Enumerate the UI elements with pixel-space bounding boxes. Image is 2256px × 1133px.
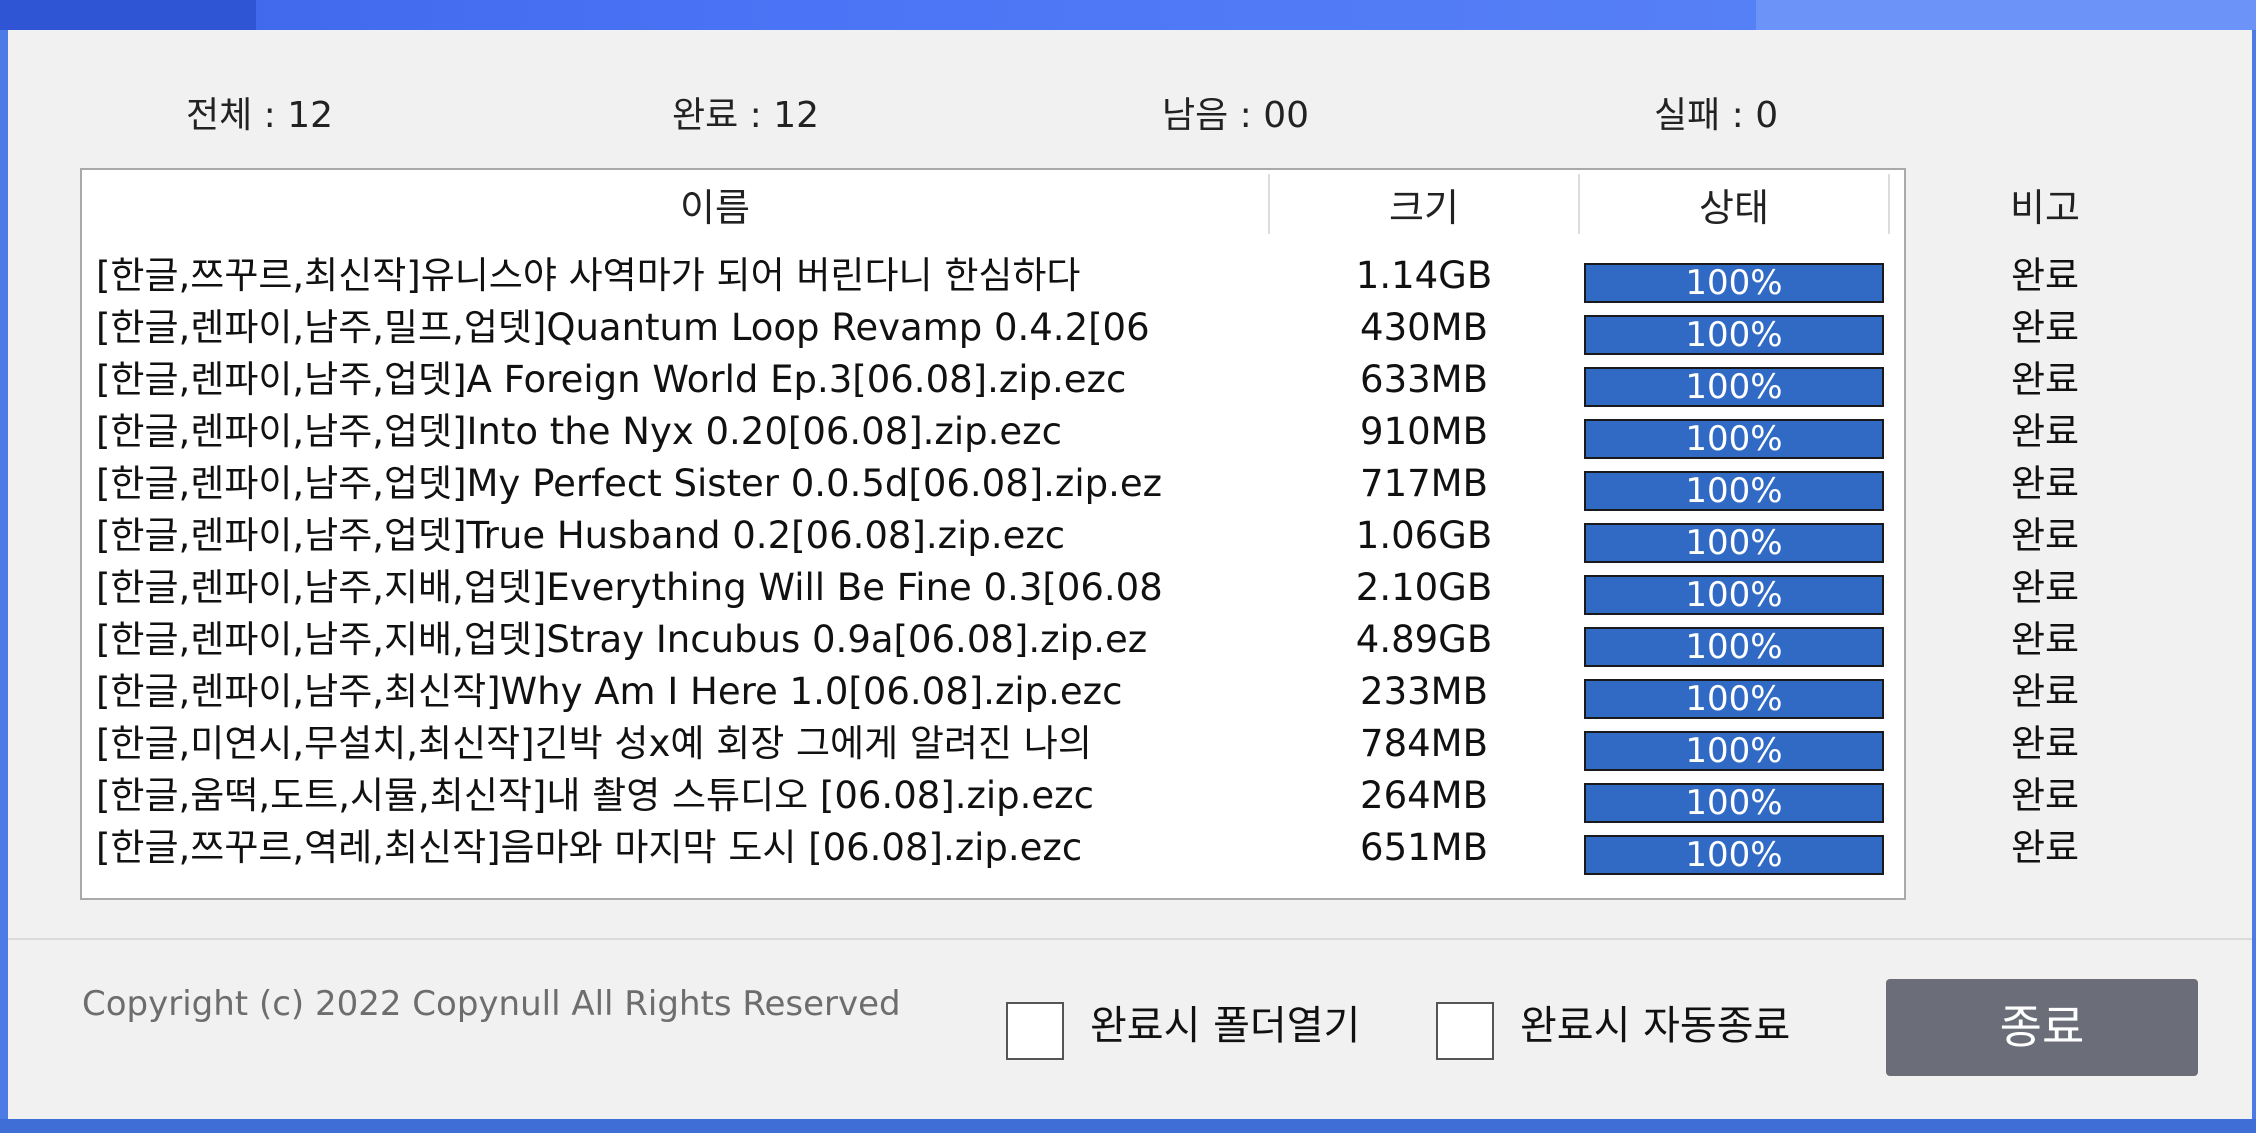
progress-bar: 100% [1584,627,1884,667]
file-size-cell: 264MB [1360,774,1488,817]
status-note-cell: 완료 [2010,462,2080,505]
stat-remaining-label: 남음 : [1162,95,1264,136]
table-row[interactable]: [한글,쯔꾸르,최신작]유니스야 사역마가 되어 버린다니 한심하다 1.14GB… [82,250,2079,303]
table-row[interactable]: [한글,렌파이,남주,업뎃]A Foreign World Ep.3[06.08… [82,354,2079,407]
table-row[interactable]: [한글,렌파이,남주,밀프,업뎃]Quantum Loop Revamp 0.4… [82,302,2079,355]
progress-bar: 100% [1584,835,1884,875]
stat-remaining-value: 00 [1263,95,1310,136]
file-size-cell: 1.14GB [1355,254,1493,297]
file-list[interactable]: 이름 크기 상태 비고 [한글,쯔꾸르,최신작]유니스야 사역마가 되어 버린다… [80,168,2080,900]
table-row[interactable]: [한글,렌파이,남주,지배,업뎃]Everything Will Be Fine… [82,562,2079,615]
stat-done-label: 완료 : [672,95,774,136]
window-border [0,30,8,1133]
column-header-name[interactable]: 이름 [82,180,1348,236]
status-note-cell: 완료 [2010,410,2080,453]
file-size-cell: 2.10GB [1355,566,1493,609]
window-border [0,1119,2256,1133]
status-note-cell: 완료 [2010,306,2080,349]
progress-bar: 100% [1584,263,1884,303]
title-bar-segment [0,0,256,30]
footer-divider [8,938,2252,940]
stat-done-value: 12 [773,95,820,136]
file-size-cell: 784MB [1360,722,1488,765]
table-row[interactable]: [한글,렌파이,남주,업뎃]My Perfect Sister 0.0.5d[0… [82,458,2079,511]
open-folder-checkbox[interactable] [1006,1002,1064,1060]
open-folder-label[interactable]: 완료시 폴더열기 [1090,996,1360,1056]
file-name-cell: [한글,렌파이,남주,업뎃]My Perfect Sister 0.0.5d[0… [96,462,1163,505]
file-size-cell: 1.06GB [1355,514,1493,557]
progress-bar: 100% [1584,523,1884,563]
table-row[interactable]: [한글,움떡,도트,시뮬,최신작]내 촬영 스튜디오 [06.08].zip.e… [82,770,2079,823]
stat-total-label: 전체 : [186,95,288,136]
column-header-size[interactable]: 크기 [1270,180,1578,236]
file-name-cell: [한글,렌파이,남주,지배,업뎃]Stray Incubus 0.9a[06.0… [96,618,1148,661]
stat-total: 전체 : 12 [186,88,333,144]
stat-total-value: 12 [287,95,334,136]
stat-failed-label: 실패 : [1654,95,1756,136]
progress-bar: 100% [1584,315,1884,355]
copyright-text: Copyright (c) 2022 Copynull All Rights R… [82,984,901,1024]
file-name-cell: [한글,쯔꾸르,역레,최신작]음마와 마지막 도시 [06.08].zip.ez… [96,826,1083,869]
title-bar [0,0,2256,30]
file-name-cell: [한글,미연시,무설치,최신작]긴박 성x예 회장 그에게 알려진 나의 [96,722,1092,765]
progress-bar: 100% [1584,471,1884,511]
stat-done: 완료 : 12 [672,88,819,144]
file-size-cell: 651MB [1360,826,1488,869]
table-row[interactable]: [한글,렌파이,남주,최신작]Why Am I Here 1.0[06.08].… [82,666,2079,719]
stat-failed-value: 0 [1755,95,1779,136]
status-note-cell: 완료 [2010,514,2080,557]
column-header-note[interactable]: 비고 [1890,180,2200,236]
file-size-cell: 717MB [1360,462,1488,505]
status-note-cell: 완료 [2010,254,2080,297]
status-note-cell: 완료 [2010,618,2080,661]
table-row[interactable]: [한글,렌파이,남주,업뎃]Into the Nyx 0.20[06.08].z… [82,406,2079,459]
file-size-cell: 4.89GB [1355,618,1493,661]
progress-bar: 100% [1584,575,1884,615]
file-name-cell: [한글,쯔꾸르,최신작]유니스야 사역마가 되어 버린다니 한심하다 [96,254,1081,297]
window-border [2252,30,2256,1133]
auto-close-checkbox[interactable] [1436,1002,1494,1060]
file-size-cell: 633MB [1360,358,1488,401]
auto-close-label[interactable]: 완료시 자동종료 [1520,996,1790,1056]
file-name-cell: [한글,렌파이,남주,최신작]Why Am I Here 1.0[06.08].… [96,670,1123,713]
stat-remaining: 남음 : 00 [1162,88,1309,144]
file-size-cell: 233MB [1360,670,1488,713]
progress-bar: 100% [1584,783,1884,823]
file-name-cell: [한글,렌파이,남주,업뎃]Into the Nyx 0.20[06.08].z… [96,410,1062,453]
file-size-cell: 430MB [1360,306,1488,349]
stat-failed: 실패 : 0 [1654,88,1778,144]
status-note-cell: 완료 [2010,722,2080,765]
file-name-cell: [한글,움떡,도트,시뮬,최신작]내 촬영 스튜디오 [06.08].zip.e… [96,774,1094,817]
progress-bar: 100% [1584,731,1884,771]
table-row[interactable]: [한글,미연시,무설치,최신작]긴박 성x예 회장 그에게 알려진 나의 784M… [82,718,2079,771]
title-bar-segment [1756,0,2256,30]
file-name-cell: [한글,렌파이,남주,밀프,업뎃]Quantum Loop Revamp 0.4… [96,306,1150,349]
file-name-cell: [한글,렌파이,남주,업뎃]True Husband 0.2[06.08].zi… [96,514,1066,557]
progress-bar: 100% [1584,679,1884,719]
status-note-cell: 완료 [2010,774,2080,817]
table-row[interactable]: [한글,렌파이,남주,업뎃]True Husband 0.2[06.08].zi… [82,510,2079,563]
file-size-cell: 910MB [1360,410,1488,453]
status-note-cell: 완료 [2010,358,2080,401]
file-name-cell: [한글,렌파이,남주,업뎃]A Foreign World Ep.3[06.08… [96,358,1127,401]
status-note-cell: 완료 [2010,566,2080,609]
column-header-status[interactable]: 상태 [1580,180,1888,236]
table-row[interactable]: [한글,쯔꾸르,역레,최신작]음마와 마지막 도시 [06.08].zip.ez… [82,822,2079,875]
close-button[interactable]: 종료 [1886,979,2198,1076]
status-note-cell: 완료 [2010,826,2080,869]
progress-bar: 100% [1584,419,1884,459]
table-row[interactable]: [한글,렌파이,남주,지배,업뎃]Stray Incubus 0.9a[06.0… [82,614,2079,667]
file-name-cell: [한글,렌파이,남주,지배,업뎃]Everything Will Be Fine… [96,566,1163,609]
status-note-cell: 완료 [2010,670,2080,713]
progress-bar: 100% [1584,367,1884,407]
